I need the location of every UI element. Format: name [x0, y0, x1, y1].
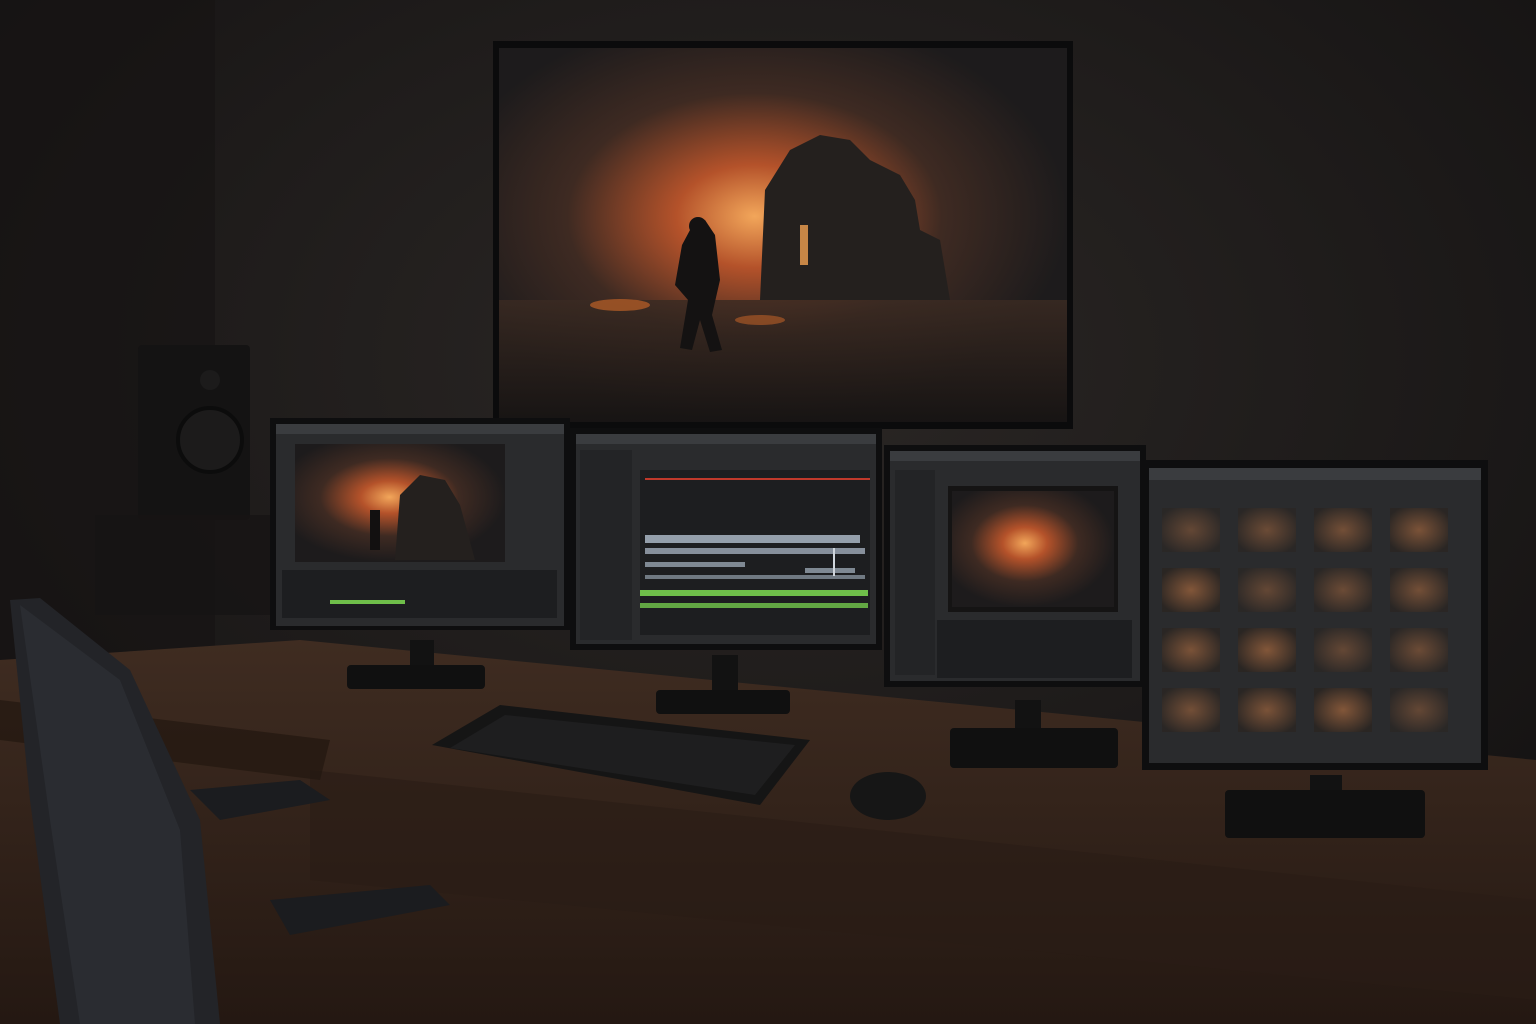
timeline-green-track — [640, 590, 868, 596]
monitor-1-figure — [370, 510, 380, 550]
thumbnail — [1162, 688, 1220, 732]
timeline-playhead — [833, 548, 835, 576]
ember-left — [590, 299, 650, 311]
monitor-2-bin-list — [580, 450, 632, 640]
monitor-3-stand — [950, 728, 1118, 768]
monitor-3-sidebar — [895, 470, 935, 675]
monitor-3-viewer — [952, 491, 1114, 607]
scene-svg — [0, 0, 1536, 1024]
thumbnail — [1314, 628, 1372, 672]
monitor-1-timeline — [282, 570, 557, 618]
speaker-woofer — [176, 406, 244, 474]
thumbnail — [1162, 508, 1220, 552]
monitor-1-stand — [347, 665, 485, 689]
ruins-doorway-light — [800, 225, 808, 265]
timeline-green-track-2 — [640, 603, 868, 608]
speaker-tweeter — [200, 370, 220, 390]
thumbnail — [1238, 688, 1296, 732]
thumbnail — [1238, 508, 1296, 552]
monitor-2-playhead-bar — [645, 478, 870, 480]
monitor-3-menubar — [890, 451, 1140, 461]
monitor-1-menubar — [276, 424, 564, 434]
timeline-clip-3 — [645, 562, 745, 567]
thumbnail — [1314, 568, 1372, 612]
monitor-2-menubar — [576, 434, 876, 444]
thumbnail — [1314, 508, 1372, 552]
monitor-2-stand — [656, 690, 790, 714]
thumbnail — [1162, 628, 1220, 672]
timeline-clip-5 — [645, 575, 865, 579]
figure-head — [689, 217, 707, 235]
thumbnail — [1390, 688, 1448, 732]
timeline-clip-1 — [645, 535, 860, 543]
timeline-clip-2 — [645, 548, 865, 554]
thumbnail — [1390, 508, 1448, 552]
thumbnail — [1238, 628, 1296, 672]
ember-right — [735, 315, 785, 325]
thumbnail — [1238, 568, 1296, 612]
thumbnail — [1314, 688, 1372, 732]
editing-suite-photo — [0, 0, 1536, 1024]
thumbnail — [1162, 568, 1220, 612]
monitor-4-menubar — [1149, 468, 1481, 480]
mouse — [850, 772, 926, 820]
monitor-4-stand — [1225, 790, 1425, 838]
wall-tv — [493, 41, 1073, 429]
timeline-clip-4 — [805, 568, 855, 573]
thumbnail — [1390, 568, 1448, 612]
monitor-3-media-list — [937, 620, 1132, 678]
monitor-1-green-track — [330, 600, 405, 604]
thumbnail — [1390, 628, 1448, 672]
speaker-shelf — [95, 515, 285, 615]
